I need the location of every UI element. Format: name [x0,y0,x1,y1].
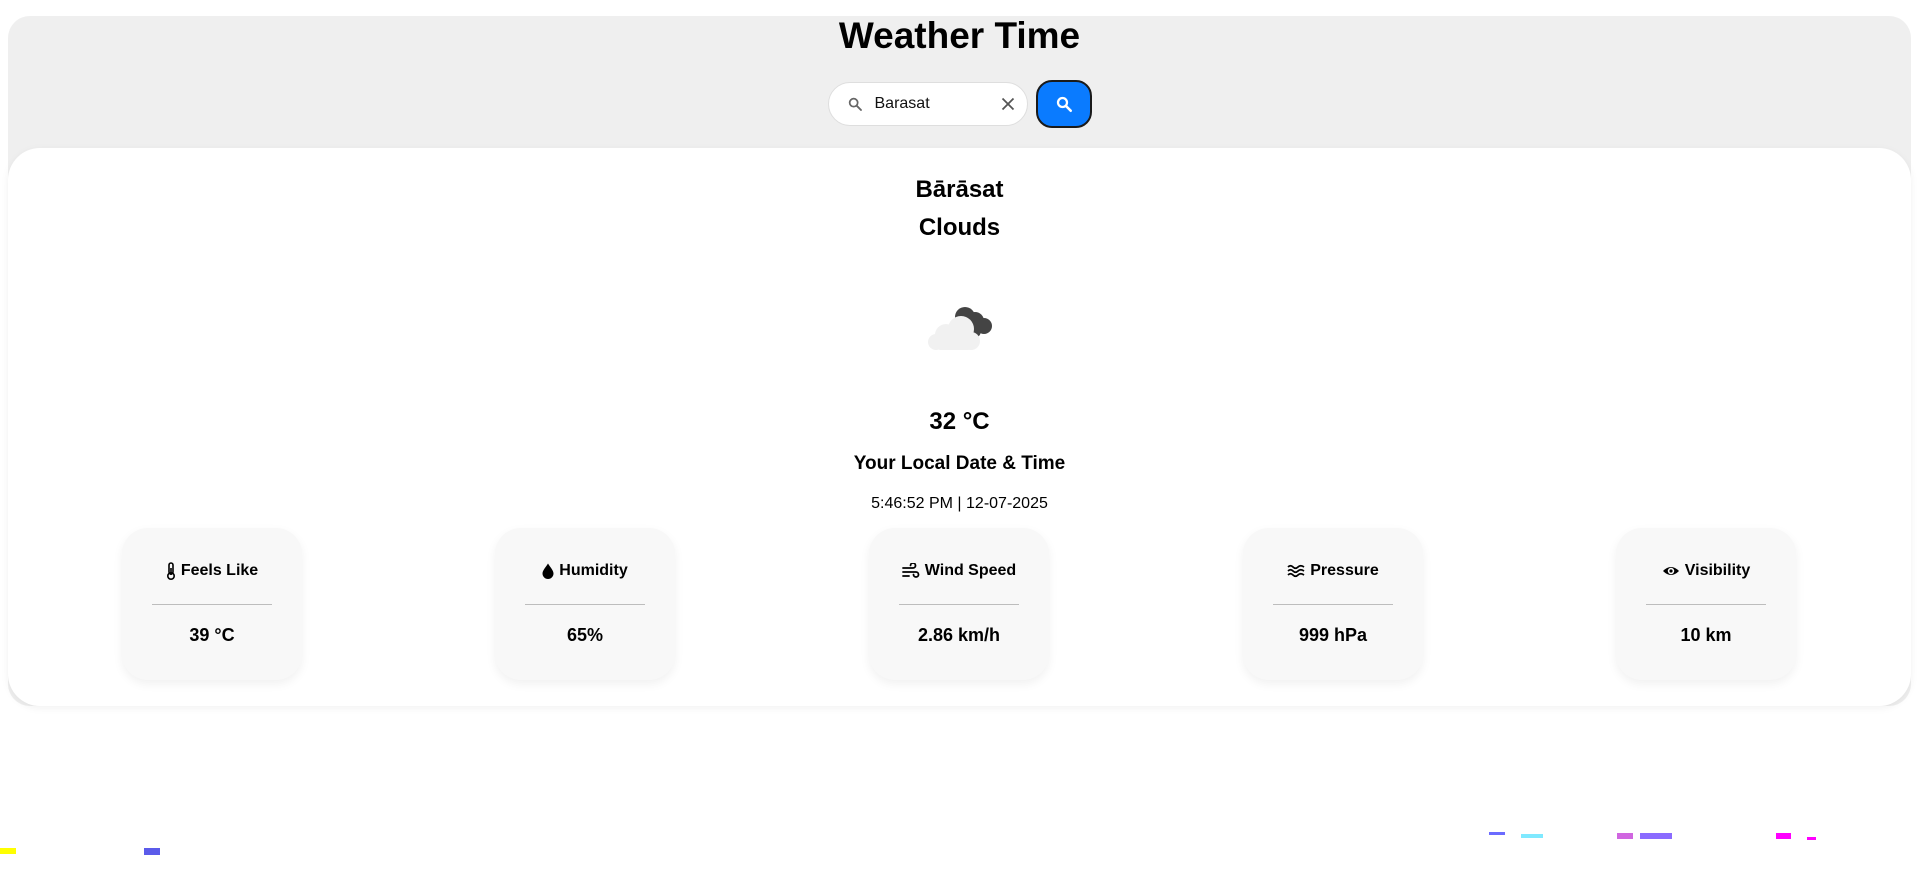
divider [152,604,272,605]
search-input[interactable] [872,94,1001,114]
app-container: Weather Time Bārāsat Clouds [8,16,1911,706]
weather-card: Bārāsat Clouds 32 °C Your Local Date & T… [8,148,1911,706]
stat-card-wind-speed: Wind Speed 2.86 km/h [869,528,1049,680]
divider [1646,604,1766,605]
wind-icon [901,563,920,579]
city-name: Bārāsat [915,176,1004,203]
local-datetime-label: Your Local Date & Time [853,453,1066,474]
stat-card-visibility: Visibility 10 km [1616,528,1796,680]
stat-card-pressure: Pressure 999 hPa [1243,528,1423,680]
render-artifact [1521,834,1543,838]
stat-label: Humidity [559,562,628,579]
stat-card-humidity: Humidity 65% [495,528,675,680]
stat-value: 65% [566,625,604,645]
close-icon[interactable] [1001,97,1015,111]
thermometer-icon [166,562,176,580]
temperature: 32 °C [929,408,990,435]
stat-label: Visibility [1684,562,1751,579]
render-artifact [1776,833,1791,839]
divider [899,604,1019,605]
stat-value: 2.86 km/h [917,625,1001,645]
search-icon [1055,95,1073,113]
divider [1273,604,1393,605]
cloud-icon [920,300,996,357]
render-artifact [1489,832,1505,835]
search-bar [8,80,1911,128]
stat-value: 10 km [1680,625,1732,645]
render-artifact [1807,837,1816,840]
stat-card-feels-like: Feels Like 39 °C [122,528,302,680]
divider [525,604,645,605]
render-artifact [1640,833,1672,839]
search-field[interactable] [827,82,1028,126]
search-button[interactable] [1035,80,1092,128]
water-waves-icon [1287,564,1305,578]
render-artifact [1617,833,1633,839]
page-title: Weather Time [838,15,1081,56]
droplet-icon [542,563,554,579]
weather-condition: Clouds [918,214,1001,241]
stat-label: Feels Like [180,562,259,579]
render-artifact [0,848,16,854]
local-datetime-value: 5:46:52 PM | 12-07-2025 [871,495,1048,512]
eye-icon [1662,564,1680,578]
stat-value: 999 hPa [1298,625,1368,645]
stat-value: 39 °C [189,625,235,645]
stat-label: Wind Speed [924,562,1017,579]
render-artifact [144,848,160,855]
search-icon [847,96,863,112]
stat-label: Pressure [1310,562,1379,579]
